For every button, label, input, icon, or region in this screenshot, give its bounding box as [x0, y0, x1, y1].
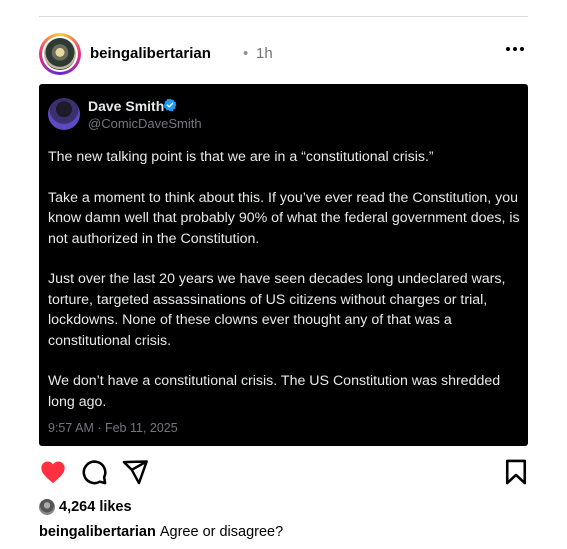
tweet-timestamp: 9:57 AM · Feb 11, 2025: [48, 421, 178, 435]
heart-icon[interactable]: [39, 458, 67, 486]
post-header: beingalibertarian • 1h: [39, 33, 528, 75]
tweet-paragraph: Just over the last 20 years we have seen…: [48, 271, 506, 349]
likes-row[interactable]: 4,264 likes: [39, 497, 132, 517]
tweet-paragraph: We don’t have a constitutional crisis. T…: [48, 373, 501, 410]
comment-icon[interactable]: [80, 458, 108, 486]
avatar-frame: [42, 36, 78, 72]
tweet-author-name: Dave Smith: [88, 98, 165, 114]
likes-count[interactable]: 4,264 likes: [59, 499, 132, 515]
post-time[interactable]: 1h: [256, 45, 273, 62]
tweet-image: Dave Smith @ComicDaveSmith The new talki…: [39, 84, 528, 446]
avatar-image: [44, 38, 76, 70]
tweet-text: The new talking point is that we are in …: [48, 147, 520, 433]
share-icon[interactable]: [121, 458, 149, 486]
liker-avatar: [39, 499, 55, 515]
post-username[interactable]: beingalibertarian: [90, 45, 211, 62]
top-divider: [39, 16, 528, 17]
tweet-paragraph: Take a moment to think about this. If yo…: [48, 189, 520, 247]
more-icon[interactable]: [506, 46, 524, 52]
caption-text: Agree or disagree?: [159, 524, 284, 540]
caption-username[interactable]: beingalibertarian: [39, 524, 156, 540]
action-bar: [39, 458, 528, 486]
separator-dot: •: [243, 45, 249, 62]
tweet-author-handle: @ComicDaveSmith: [88, 116, 202, 131]
avatar[interactable]: [39, 33, 81, 75]
bookmark-icon[interactable]: [502, 458, 530, 486]
caption: beingalibertarian Agree or disagree?: [39, 524, 283, 540]
verified-badge-icon: [163, 98, 177, 112]
tweet-paragraph: The new talking point is that we are in …: [48, 149, 434, 165]
tweet-avatar: [48, 98, 80, 130]
